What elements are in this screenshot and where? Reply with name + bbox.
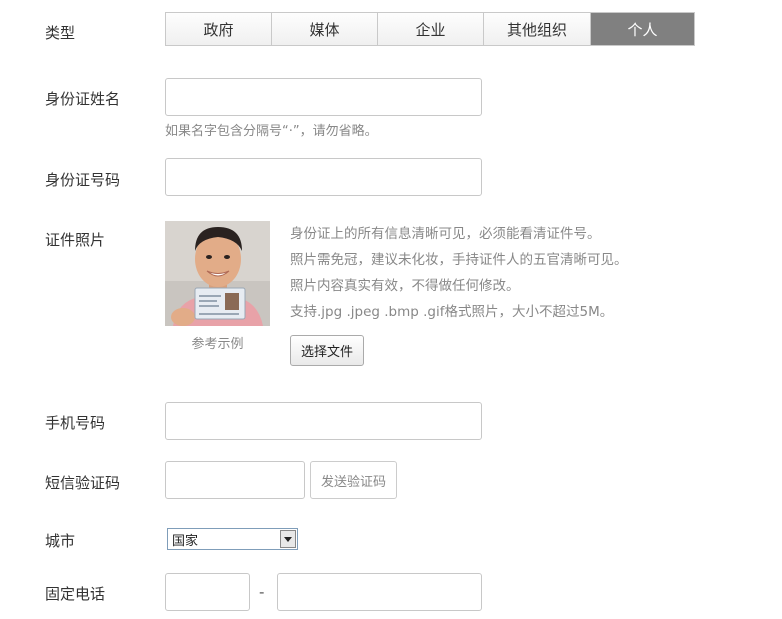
city-select[interactable]: 国家	[167, 528, 298, 550]
landline-area-code-input[interactable]	[165, 573, 250, 611]
id-name-label: 身份证姓名	[45, 90, 121, 108]
id-name-input[interactable]	[165, 78, 482, 116]
type-option-media[interactable]: 媒体	[272, 13, 378, 45]
city-select-value: 国家	[172, 533, 199, 549]
photo-requirement-1: 身份证上的所有信息清晰可见，必须能看清证件号。	[290, 226, 601, 242]
choose-file-button[interactable]: 选择文件	[290, 335, 364, 366]
type-label: 类型	[45, 24, 76, 42]
id-photo-label: 证件照片	[45, 231, 106, 249]
example-photo-caption: 参考示例	[191, 337, 244, 352]
photo-requirement-4: 支持.jpg .jpeg .bmp .gif格式照片，大小不超过5M。	[290, 304, 614, 320]
id-number-label: 身份证号码	[45, 171, 121, 189]
type-option-government[interactable]: 政府	[166, 13, 272, 45]
phone-input[interactable]	[165, 402, 482, 440]
type-segmented-control: 政府 媒体 企业 其他组织 个人	[165, 12, 695, 46]
phone-label: 手机号码	[45, 414, 106, 432]
id-name-hint: 如果名字包含分隔号“·”，请勿省略。	[165, 124, 378, 139]
city-label: 城市	[45, 532, 76, 550]
type-option-individual[interactable]: 个人	[591, 13, 694, 45]
type-option-other-org[interactable]: 其他组织	[484, 13, 591, 45]
photo-requirement-3: 照片内容真实有效，不得做任何修改。	[290, 278, 520, 294]
photo-requirement-2: 照片需免冠，建议未化妆，手持证件人的五官清晰可见。	[290, 252, 628, 268]
chevron-down-icon[interactable]	[280, 530, 296, 548]
landline-separator: -	[259, 583, 265, 601]
sms-code-label: 短信验证码	[45, 474, 121, 492]
landline-label: 固定电话	[45, 585, 106, 603]
send-code-button[interactable]: 发送验证码	[310, 461, 397, 499]
sms-code-input[interactable]	[165, 461, 305, 499]
example-photo	[165, 221, 270, 326]
landline-number-input[interactable]	[277, 573, 482, 611]
id-number-input[interactable]	[165, 158, 482, 196]
type-option-enterprise[interactable]: 企业	[378, 13, 484, 45]
